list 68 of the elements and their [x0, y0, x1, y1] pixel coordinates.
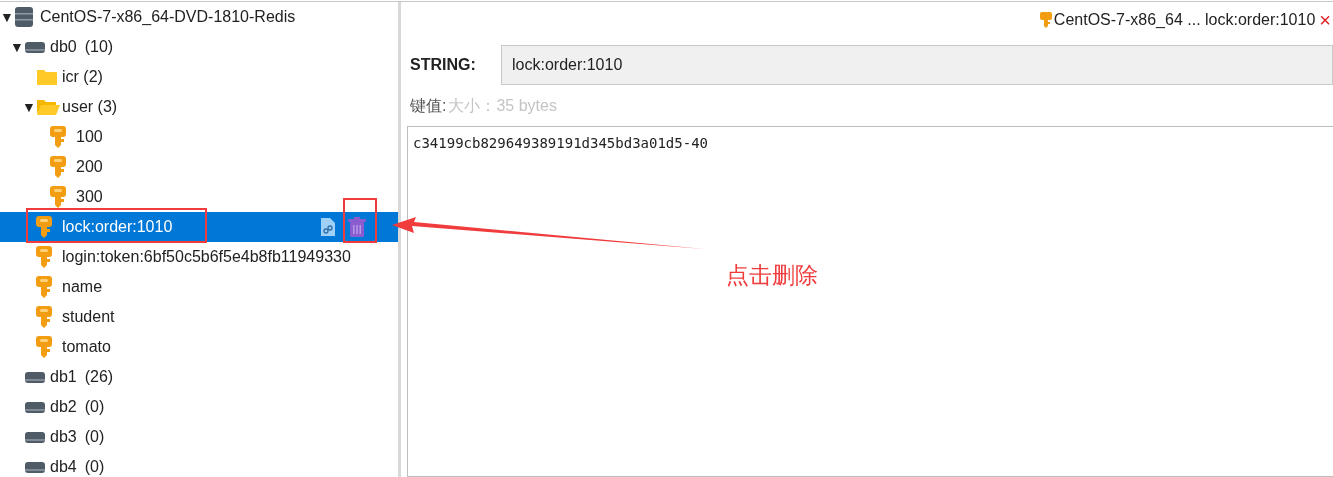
tree-item[interactable]: 100 [0, 122, 398, 152]
key-icon [50, 185, 66, 209]
tree-item-label: db3 [50, 427, 77, 447]
key-icon [36, 215, 52, 239]
tree-item[interactable]: db3 (0) [0, 422, 398, 452]
tree-item[interactable]: db4 (0) [0, 452, 398, 477]
highlight-frame [343, 198, 377, 243]
key-icon [36, 305, 52, 329]
tree-item-label: tomato [62, 337, 111, 357]
key-name-field[interactable]: lock:order:1010 [501, 45, 1333, 85]
key-icon [36, 245, 52, 269]
tree-item-label: db4 [50, 457, 77, 477]
tree-item-label: student [62, 307, 115, 327]
key-icon [36, 275, 52, 299]
tree-item-label: user (3) [62, 97, 118, 117]
tree-item[interactable]: ▼ db0 (10) [0, 32, 398, 62]
tree-item[interactable]: lock:order:1010 [0, 212, 398, 242]
tree-item[interactable]: db2 (0) [0, 392, 398, 422]
tree-item-label: lock:order:1010 [62, 217, 173, 237]
folder-icon [36, 98, 60, 116]
document-link-icon[interactable] [320, 217, 336, 237]
key-count: (0) [84, 427, 105, 447]
expand-toggle[interactable]: ▼ [22, 99, 36, 115]
tree-item[interactable]: db1 (26) [0, 362, 398, 392]
database-icon [24, 459, 46, 475]
key-icon [50, 155, 66, 179]
tree-item-label: 100 [76, 127, 103, 147]
key-count: (0) [84, 457, 105, 477]
tree-item[interactable]: ▼ CentOS-7-x86_64-DVD-1810-Redis [0, 2, 398, 32]
tree-item-label: db0 [50, 37, 77, 57]
key-count: (10) [84, 37, 114, 57]
tree-item[interactable]: ▼ user (3) [0, 92, 398, 122]
tree-item[interactable]: name [0, 272, 398, 302]
close-icon[interactable]: × [1319, 10, 1331, 30]
tree-item-label: 200 [76, 157, 103, 177]
trash-icon[interactable] [348, 217, 366, 237]
folder-icon [36, 68, 58, 86]
tab-title: CentOS-7-x86_64 ... lock:order:1010 [1053, 10, 1316, 30]
tree-item[interactable]: 300 [0, 182, 398, 212]
key-count: (0) [84, 397, 105, 417]
key-icon [36, 335, 52, 359]
tree-item[interactable]: login:token:6bf50c5b6f5e4b8fb11949330 [0, 242, 398, 272]
tree-item-label: login:token:6bf50c5b6f5e4b8fb11949330 [62, 247, 351, 267]
database-icon [24, 399, 46, 415]
tree-item-label: db1 [50, 367, 77, 387]
tree-item-label: 300 [76, 187, 103, 207]
tree-item[interactable]: tomato [0, 332, 398, 362]
tree-item[interactable]: icr (2) [0, 62, 398, 92]
key-count: (26) [84, 367, 114, 387]
database-icon [24, 429, 46, 445]
type-label: STRING: [409, 55, 477, 75]
key-icon [50, 125, 66, 149]
server-icon [14, 6, 34, 28]
key-icon [1039, 11, 1052, 29]
tree-item-label: db2 [50, 397, 77, 417]
database-icon [24, 39, 46, 55]
tree-item-label: icr (2) [62, 67, 103, 87]
tree-item-label: CentOS-7-x86_64-DVD-1810-Redis [40, 7, 296, 27]
tree-item[interactable]: student [0, 302, 398, 332]
tree-item-label: name [62, 277, 103, 297]
expand-toggle[interactable]: ▼ [0, 9, 14, 25]
editor-tab[interactable]: CentOS-7-x86_64 ... lock:order:1010 × [1039, 8, 1331, 32]
database-icon [24, 369, 46, 385]
tree-item[interactable]: 200 [0, 152, 398, 182]
value-label: 键值: [410, 96, 447, 116]
annotation-text: 点击删除 [726, 261, 818, 290]
size-label: 大小：35 bytes [448, 96, 557, 116]
expand-toggle[interactable]: ▼ [10, 39, 24, 55]
